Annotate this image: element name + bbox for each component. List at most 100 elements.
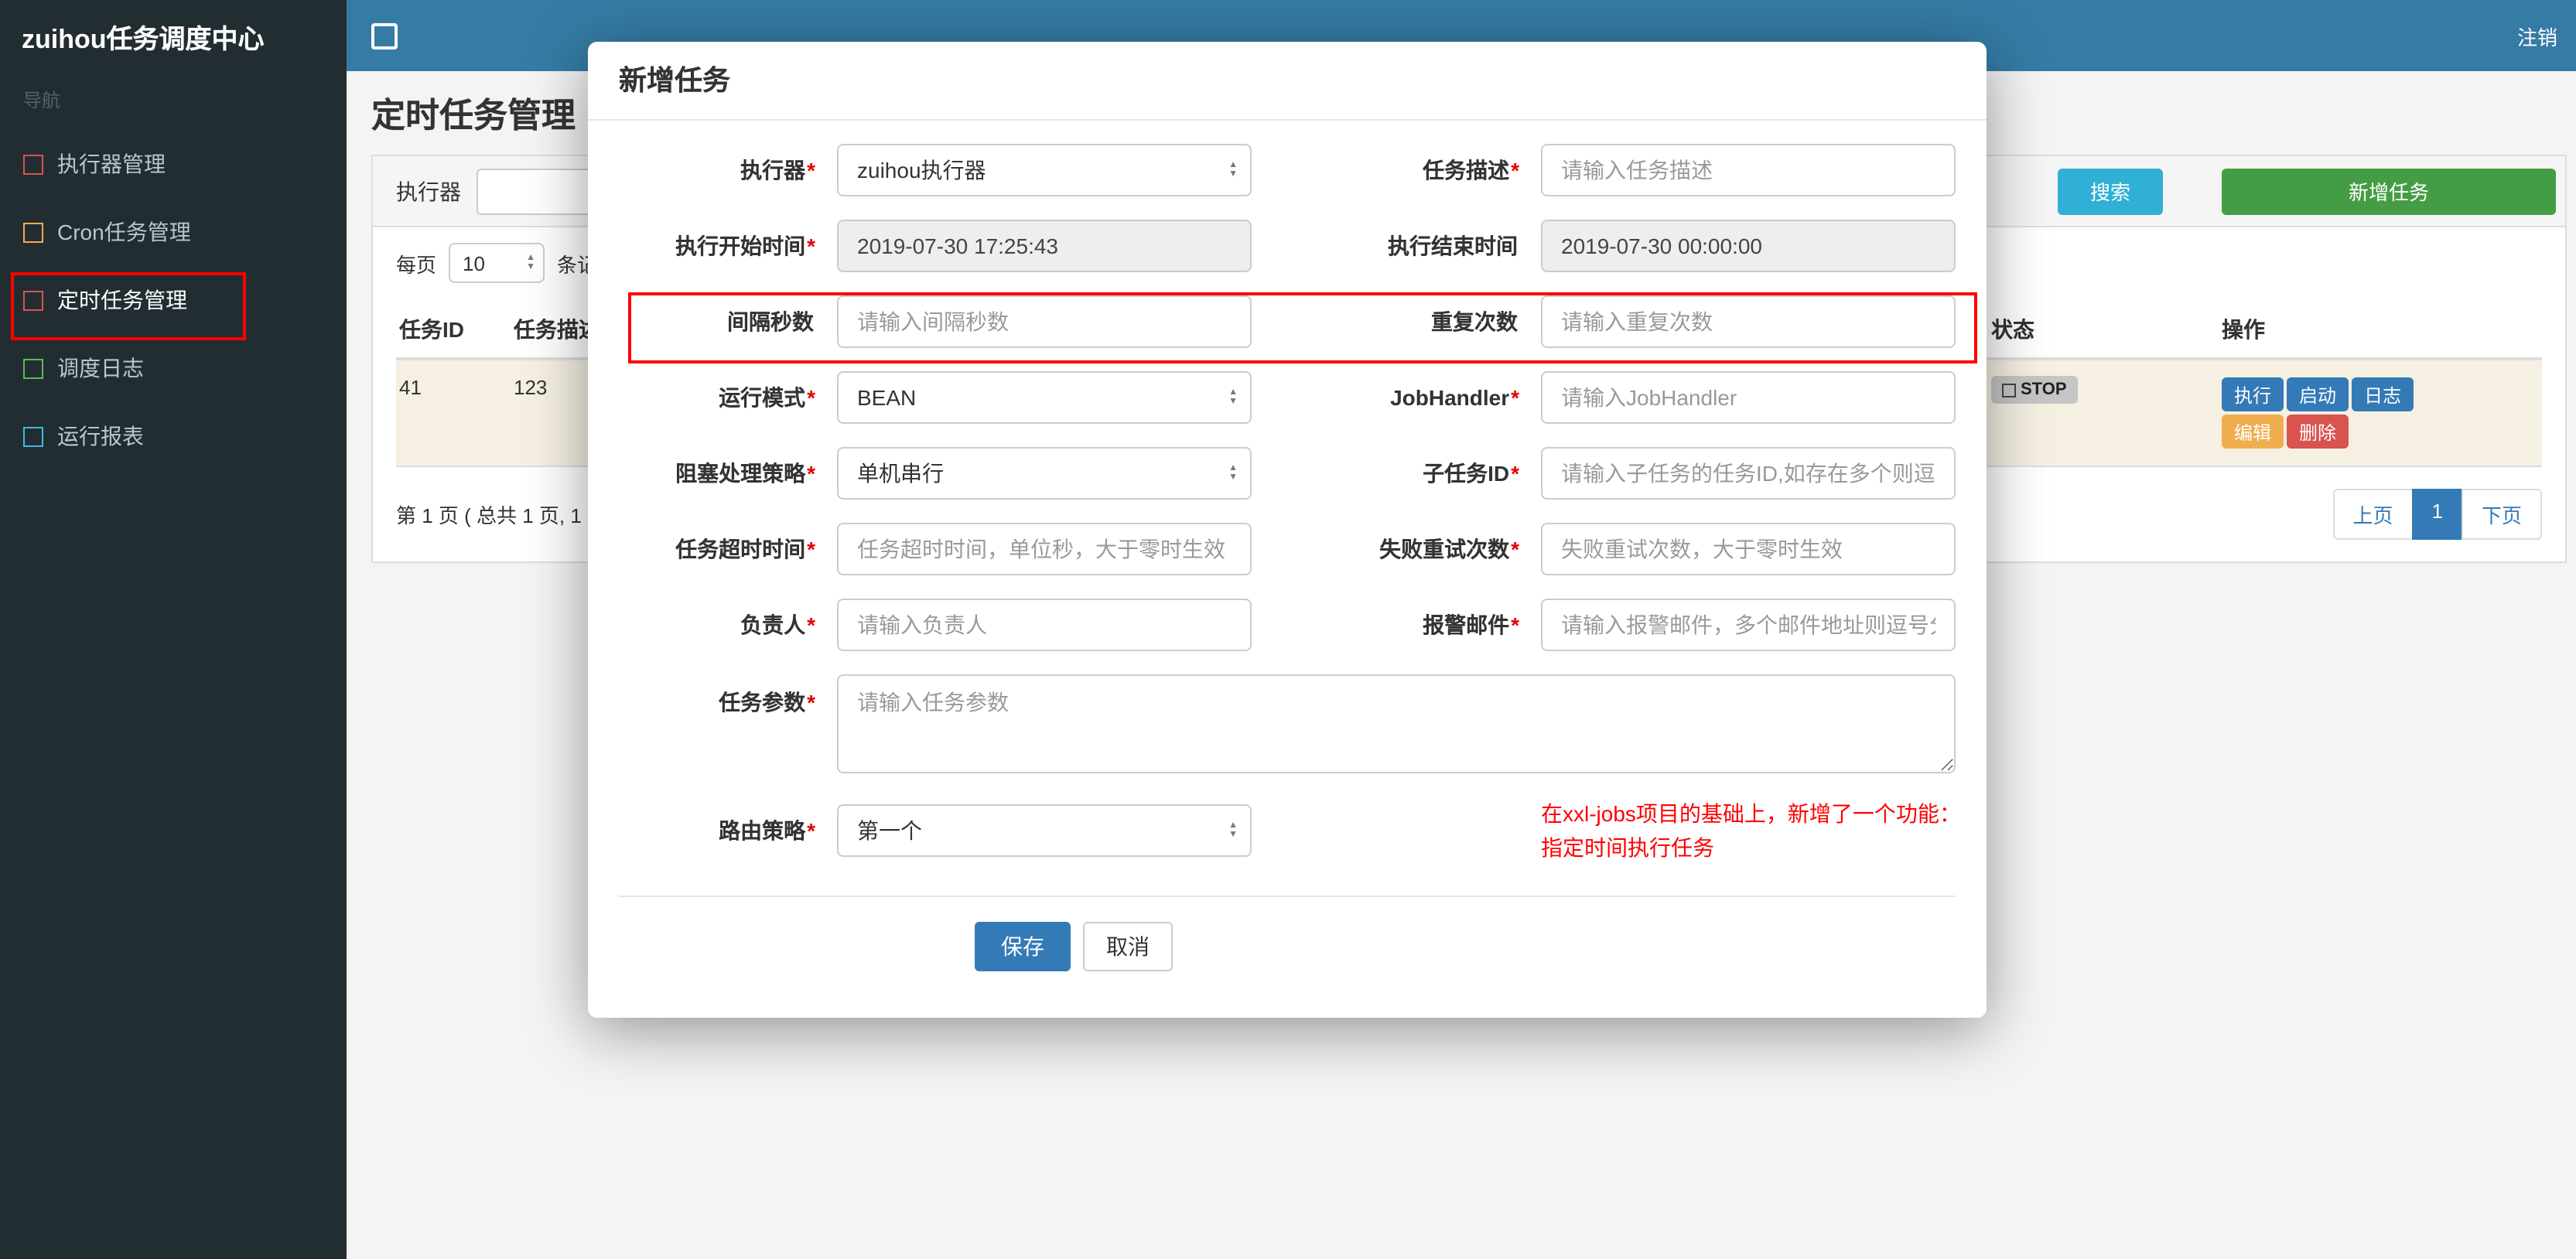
feature-note-line1: 在xxl-jobs项目的基础上，新增了一个功能： xyxy=(1541,801,1961,826)
sidebar-item-executor-manage[interactable]: 执行器管理 xyxy=(0,130,347,198)
log-button[interactable]: 日志 xyxy=(2352,377,2414,411)
run-mode-select-value: BEAN xyxy=(857,385,917,410)
cancel-button[interactable]: 取消 xyxy=(1083,922,1173,971)
header-actions: 操作 xyxy=(2222,317,2265,342)
executor-label: 执行器 * xyxy=(619,155,828,186)
required-star: * xyxy=(807,690,815,715)
next-page-button[interactable]: 下页 xyxy=(2461,489,2542,540)
modal-body: 执行器* zuihou执行器 ▲▼ 任务描述* 执行开始时间* 执行结束时间 xyxy=(588,121,1987,896)
cell-actions: 执行 启动 日志 编辑 删除 xyxy=(2219,360,2542,466)
run-button[interactable]: 执行 xyxy=(2222,377,2284,411)
delete-button[interactable]: 删除 xyxy=(2287,415,2349,449)
select-caret-icon: ▲ ▼ xyxy=(1228,464,1238,483)
save-button[interactable]: 保存 xyxy=(975,922,1071,971)
block-strategy-label: 阻塞处理策略 * xyxy=(619,458,828,489)
required-star: * xyxy=(807,461,815,486)
jobhandler-input[interactable] xyxy=(1541,371,1956,424)
sidebar-item-label: 执行器管理 xyxy=(57,152,166,176)
select-caret-icon: ▲ ▼ xyxy=(526,254,536,272)
page-title: 定时任务管理 xyxy=(371,96,576,135)
brand-title[interactable]: zuihou任务调度中心 xyxy=(0,0,347,71)
retry-count-input[interactable] xyxy=(1541,523,1956,575)
sidebar-item-label: Cron任务管理 xyxy=(57,220,191,244)
start-button[interactable]: 启动 xyxy=(2287,377,2349,411)
executor-filter-label: 执行器 xyxy=(396,179,461,203)
route-strategy-label: 路由策略 * xyxy=(619,815,828,846)
square-icon xyxy=(23,222,43,242)
executor-select-value: zuihou执行器 xyxy=(857,158,986,183)
sidebar-menu: 执行器管理 Cron任务管理 定时任务管理 调度日志 运行报表 xyxy=(0,130,347,470)
end-time-input[interactable] xyxy=(1541,220,1956,272)
job-param-textarea[interactable] xyxy=(837,674,1956,773)
form-row-executor-desc: 执行器 * zuihou执行器 ▲ ▼ 任务描述 * xyxy=(619,144,1956,196)
required-star: * xyxy=(1511,537,1519,561)
owner-label: 负责人 * xyxy=(619,609,828,640)
child-jobid-input[interactable] xyxy=(1541,447,1956,500)
label-text: 执行结束时间 xyxy=(1388,234,1518,258)
sidebar-item-timed-jobs[interactable]: 定时任务管理 xyxy=(0,266,347,334)
sidebar-item-schedule-log[interactable]: 调度日志 xyxy=(0,334,347,402)
timeout-input[interactable] xyxy=(837,523,1252,575)
executor-select[interactable]: zuihou执行器 ▲ ▼ xyxy=(837,144,1252,196)
status-badge: STOP xyxy=(1991,376,2078,404)
label-text: 间隔秒数 xyxy=(727,309,814,334)
form-row-block-childid: 阻塞处理策略 * 单机串行 ▲ ▼ 子任务ID * xyxy=(619,447,1956,500)
label-text: JobHandler xyxy=(1390,385,1510,410)
label-text: 任务参数 xyxy=(719,690,806,715)
form-row-runmode-handler: 运行模式 * BEAN ▲ ▼ JobHandler * xyxy=(619,371,1956,424)
header-status: 状态 xyxy=(1991,317,2034,342)
interval-seconds-input[interactable] xyxy=(837,295,1252,348)
block-strategy-select[interactable]: 单机串行 ▲ ▼ xyxy=(837,447,1252,500)
cell-job-id: 41 xyxy=(399,376,422,399)
sidebar-item-label: 运行报表 xyxy=(57,424,144,449)
label-text: 运行模式 xyxy=(719,385,806,410)
square-icon xyxy=(23,426,43,446)
label-text: 负责人 xyxy=(740,612,806,637)
route-strategy-select[interactable]: 第一个 ▲ ▼ xyxy=(837,804,1252,857)
alarm-email-input[interactable] xyxy=(1541,599,1956,651)
edit-button[interactable]: 编辑 xyxy=(2222,415,2284,449)
interval-label: 间隔秒数 xyxy=(619,306,828,337)
child-jobid-label: 子任务ID * xyxy=(1261,458,1532,489)
select-caret-icon: ▲ ▼ xyxy=(1228,388,1238,407)
block-strategy-select-value: 单机串行 xyxy=(857,461,944,486)
required-star: * xyxy=(807,537,815,561)
add-job-modal: 新增任务 执行器* zuihou执行器 ▲▼ 任务描述* 执行开始时间* xyxy=(588,42,1987,1018)
start-time-input[interactable] xyxy=(837,220,1252,272)
alarm-email-label: 报警邮件 * xyxy=(1261,609,1532,640)
logout-link[interactable]: 注销 xyxy=(2517,21,2557,50)
run-mode-label: 运行模式 * xyxy=(619,382,828,413)
form-row-route-strategy: 路由策略 * 第一个 ▲ ▼ 在xxl-jobs项目的基础上，新增了一个功能： 指定… xyxy=(619,797,1961,865)
add-job-button[interactable]: 新增任务 xyxy=(2222,168,2556,214)
square-icon xyxy=(23,154,43,174)
form-row-timeout-retry: 任务超时时间* 失败重试次数* xyxy=(619,523,1956,575)
modal-header: 新增任务 xyxy=(588,42,1987,121)
job-param-label: 任务参数 * xyxy=(619,674,828,718)
sidebar-item-cron-jobs[interactable]: Cron任务管理 xyxy=(0,198,347,266)
prev-page-button[interactable]: 上页 xyxy=(2332,489,2414,540)
run-mode-select[interactable]: BEAN ▲ ▼ xyxy=(837,371,1252,424)
job-desc-label: 任务描述 * xyxy=(1261,155,1532,186)
required-star: * xyxy=(807,385,815,410)
square-icon xyxy=(23,358,43,378)
label-text: 报警邮件 xyxy=(1423,612,1510,637)
label-text: 重复次数 xyxy=(1431,309,1518,334)
repeat-count-input[interactable] xyxy=(1541,295,1956,348)
per-page-select[interactable]: 10 ▲ ▼ xyxy=(449,243,545,283)
sidebar-toggle-icon[interactable] xyxy=(371,22,398,49)
job-desc-input[interactable] xyxy=(1541,144,1956,196)
label-text: 执行器 xyxy=(740,158,806,183)
required-star: * xyxy=(1511,385,1519,410)
route-strategy-select-value: 第一个 xyxy=(857,818,922,843)
current-page-button[interactable]: 1 xyxy=(2411,489,2463,540)
sidebar: 导航 执行器管理 Cron任务管理 定时任务管理 调度日志 运行报表 xyxy=(0,71,347,1259)
sidebar-item-run-report[interactable]: 运行报表 xyxy=(0,402,347,470)
sidebar-item-label: 调度日志 xyxy=(57,356,144,380)
feature-note-line2: 指定时间执行任务 xyxy=(1541,835,1714,860)
header-job-id: 任务ID xyxy=(399,317,464,342)
square-icon xyxy=(23,290,43,310)
owner-input[interactable] xyxy=(837,599,1252,651)
required-star: * xyxy=(807,158,815,183)
search-button[interactable]: 搜索 xyxy=(2057,168,2163,214)
form-row-interval-repeat: 间隔秒数 重复次数 xyxy=(619,295,1956,348)
